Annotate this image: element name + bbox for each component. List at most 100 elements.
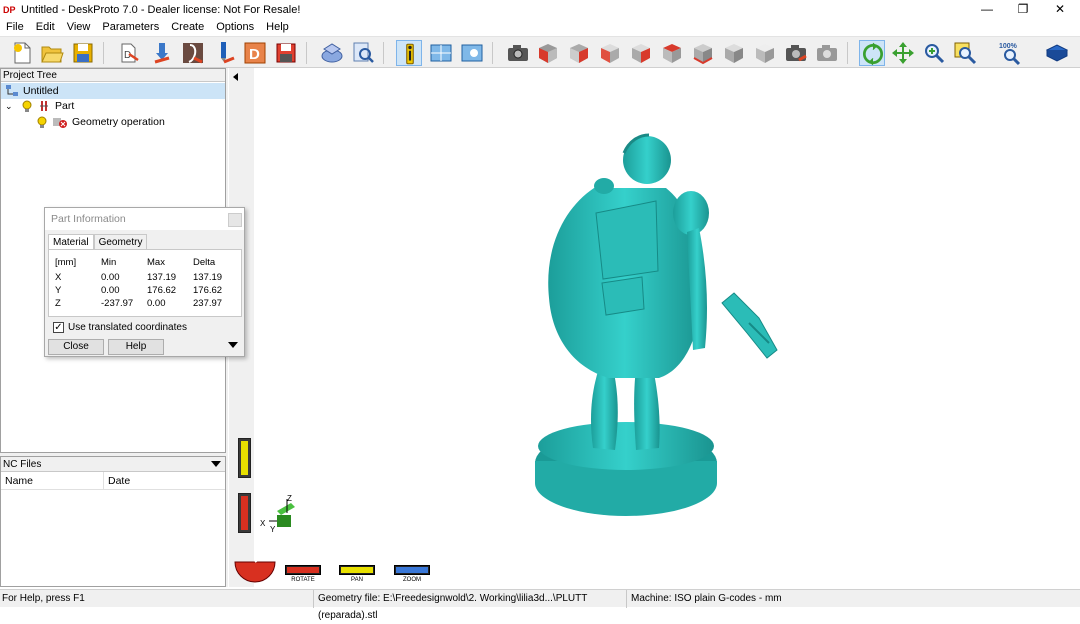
view-top-button[interactable] [659,40,685,66]
info-button[interactable] [396,40,422,66]
part-parameters-button[interactable] [149,40,175,66]
menu-create[interactable]: Create [165,19,210,36]
dialog-close-icon[interactable] [228,213,242,227]
camera-set-button[interactable] [783,40,809,66]
toolbar-separator [103,42,104,64]
menu-edit[interactable]: Edit [30,19,61,36]
delete-button[interactable]: D [242,40,268,66]
screenshot-button[interactable] [505,40,531,66]
import-geometry-button[interactable]: D [117,40,143,66]
translated-coordinates-checkbox[interactable]: ✓ [53,322,64,333]
status-geometry-file: Geometry file: E:\Freedesignwold\2. Work… [313,590,626,621]
grid-cell-max: 0.00 [147,298,166,309]
close-dialog-button[interactable]: Close [48,339,104,355]
save-nc-button[interactable] [273,40,299,66]
expand-arrow-icon[interactable] [228,342,238,348]
menu-options[interactable]: Options [210,19,260,36]
toolbar-separator [383,42,384,64]
tree-item-part[interactable]: ⌄ Part [5,98,74,114]
menu-parameters[interactable]: Parameters [96,19,165,36]
view-iso-button[interactable] [721,40,747,66]
lightbulb-icon [22,100,32,112]
lightbulb-icon [37,116,47,128]
dialog-tabs: Material Geometry [48,234,148,250]
rotate-label: ROTATE [291,577,315,583]
grid-cell-min: -237.97 [101,298,134,309]
rotate-nav-bar[interactable] [285,565,321,575]
simulation-icon [321,43,343,63]
save-nc-icon [276,43,296,63]
zoom-nav-bar[interactable] [394,565,430,575]
view-left-button[interactable] [597,40,623,66]
menu-help[interactable]: Help [260,19,295,36]
minimize-button[interactable]: — [970,0,1004,19]
camera-icon [508,45,528,61]
tree-item-geometry-operation[interactable]: Geometry operation [35,114,165,130]
column-name[interactable]: Name [1,472,104,489]
help-button[interactable]: Help [108,339,164,355]
operation-error-icon [53,118,67,128]
nc-files-title: NC Files [3,459,42,470]
zoom-100-button[interactable]: 100% [998,40,1024,66]
maximize-button[interactable]: ❐ [1006,0,1040,19]
menu-view[interactable]: View [61,19,97,36]
view-right-button[interactable] [628,40,654,66]
cube-bottom-icon [693,44,713,65]
grid-cell-max: 137.19 [147,272,177,283]
cube-grey-icon [756,44,774,63]
tree-item-untitled[interactable]: Untitled [1,83,225,99]
rotate-dial-icon[interactable] [233,544,277,584]
pan-label: PAN [351,577,363,583]
zoom-percent-label: 100% [999,43,1018,50]
bitmap-view-button[interactable] [459,40,485,66]
help-book-button[interactable] [1044,40,1070,66]
menu-file[interactable]: File [0,19,30,36]
view-iso2-button[interactable] [752,40,778,66]
column-date[interactable]: Date [104,472,225,489]
title-bar: DP Untitled - DeskProto 7.0 - Dealer lic… [0,0,1080,19]
import-geometry-icon: D [121,43,139,63]
rotate-slider[interactable] [238,493,251,533]
simulation-button[interactable] [319,40,345,66]
close-button[interactable]: ✕ [1043,0,1077,19]
rotate-mode-button[interactable] [859,40,885,66]
window-title: Untitled - DeskProto 7.0 - Dealer licens… [21,3,301,16]
pan-mode-button[interactable] [890,40,916,66]
chevron-down-icon: ⌄ [5,101,13,111]
cube-back-icon [570,44,588,63]
save-project-button[interactable] [70,40,96,66]
new-file-icon [14,42,31,64]
view-bottom-button[interactable] [690,40,716,66]
tool-button[interactable] [211,40,237,66]
tab-geometry[interactable]: Geometry [93,234,148,250]
status-machine: Machine: ISO plain G-codes - mm [626,590,1080,608]
open-project-button[interactable] [39,40,65,66]
tree-item-label: Untitled [23,85,59,97]
toolbar-separator [847,42,848,64]
pan-nav-bar[interactable] [339,565,375,575]
operation-parameters-button[interactable] [180,40,206,66]
dropdown-arrow-icon[interactable] [211,461,221,467]
view-back-button[interactable] [566,40,592,66]
grid-cell-delta: 176.62 [193,285,223,296]
3d-viewport[interactable]: ROTATE PAN ZOOM Z X Y [229,68,1080,587]
part-parameters-icon [154,43,170,64]
pan-slider[interactable] [238,438,251,478]
view-front-button[interactable] [535,40,561,66]
grid-cell-min: 0.00 [101,272,120,283]
grid-header-max: Max [147,257,165,268]
zoom-window-button[interactable] [952,40,978,66]
checkbox-label: Use translated coordinates [68,322,187,333]
camera-get-button[interactable] [814,40,840,66]
simulation-view-button[interactable] [350,40,376,66]
nc-files-columns: Name Date [1,472,225,490]
cube-left-icon [601,44,619,63]
tab-material[interactable]: Material [48,234,94,250]
zoom-in-button[interactable] [921,40,947,66]
split-view-button[interactable] [428,40,454,66]
bitmap-view-icon [461,44,483,62]
folder-open-icon [41,46,64,63]
new-project-button[interactable] [9,40,35,66]
project-tree-header: Project Tree [1,69,225,82]
grid-header-unit: [mm] [55,257,77,268]
